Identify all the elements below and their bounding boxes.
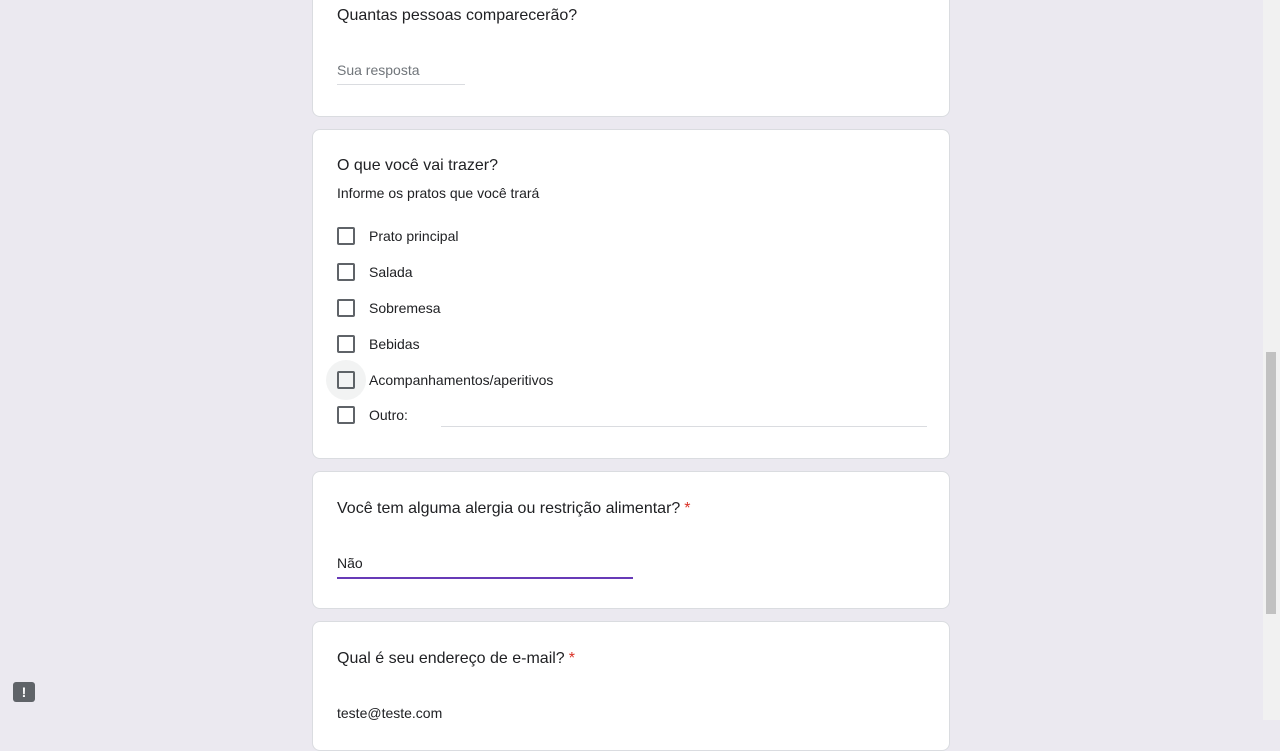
checkbox[interactable] <box>337 263 355 281</box>
option-label: Prato principal <box>369 228 459 244</box>
option-outro[interactable]: Outro: <box>337 404 408 426</box>
question-title: Você tem alguma alergia ou restrição ali… <box>337 500 691 518</box>
question-card-allergy: Você tem alguma alergia ou restrição ali… <box>312 471 950 609</box>
checkbox[interactable] <box>326 360 366 400</box>
required-mark: * <box>568 650 575 667</box>
question-card-attendees: Quantas pessoas comparecerão? Sua respos… <box>312 0 950 117</box>
option-acompanhamentos[interactable]: Acompanhamentos/aperitivos <box>326 360 554 400</box>
checkbox[interactable] <box>337 299 355 317</box>
question-description: Informe os pratos que você trará <box>337 185 540 201</box>
option-label: Salada <box>369 264 413 280</box>
option-salada[interactable]: Salada <box>337 261 413 283</box>
question-title: Quantas pessoas comparecerão? <box>337 7 578 24</box>
question-title-text: Você tem alguma alergia ou restrição ali… <box>337 500 681 517</box>
attendees-input[interactable]: Sua resposta <box>337 62 465 85</box>
option-label: Bebidas <box>369 336 420 352</box>
report-icon[interactable]: ! <box>13 682 35 702</box>
option-label: Sobremesa <box>369 300 441 316</box>
required-mark: * <box>684 500 691 517</box>
checkbox[interactable] <box>337 335 355 353</box>
scrollbar-thumb[interactable] <box>1266 352 1276 614</box>
question-card-bring: O que você vai trazer? Informe os pratos… <box>312 129 950 459</box>
scrollbar[interactable] <box>1263 0 1280 720</box>
option-label: Acompanhamentos/aperitivos <box>369 372 554 388</box>
question-title: Qual é seu endereço de e-mail? * <box>337 650 575 668</box>
option-label: Outro: <box>369 407 408 423</box>
checkbox[interactable] <box>337 406 355 424</box>
email-input[interactable]: teste@teste.com <box>337 705 633 727</box>
option-bebidas[interactable]: Bebidas <box>337 333 420 355</box>
question-title-text: Qual é seu endereço de e-mail? <box>337 650 565 667</box>
other-text-input[interactable] <box>441 426 927 427</box>
question-title: O que você vai trazer? <box>337 157 498 174</box>
allergy-input[interactable]: Não <box>337 555 633 579</box>
checkbox[interactable] <box>337 227 355 245</box>
question-card-email: Qual é seu endereço de e-mail? * teste@te… <box>312 621 950 751</box>
option-sobremesa[interactable]: Sobremesa <box>337 297 441 319</box>
option-prato-principal[interactable]: Prato principal <box>337 225 459 247</box>
